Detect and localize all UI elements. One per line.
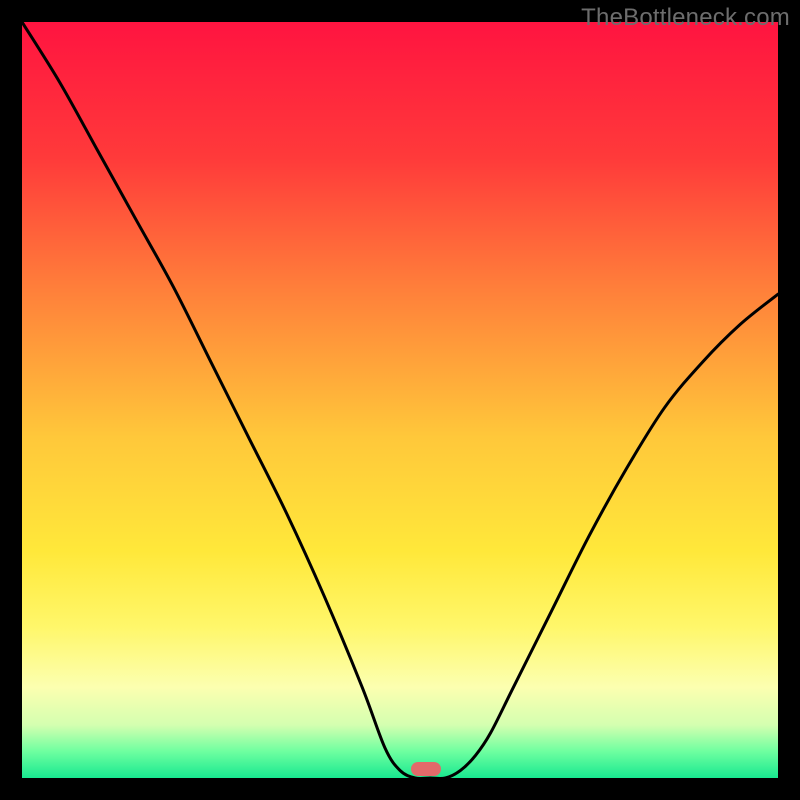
plot-area (22, 22, 778, 778)
current-position-marker (411, 762, 441, 776)
chart-frame: TheBottleneck.com (0, 0, 800, 800)
watermark-text: TheBottleneck.com (581, 4, 790, 32)
bottleneck-curve (22, 22, 778, 778)
